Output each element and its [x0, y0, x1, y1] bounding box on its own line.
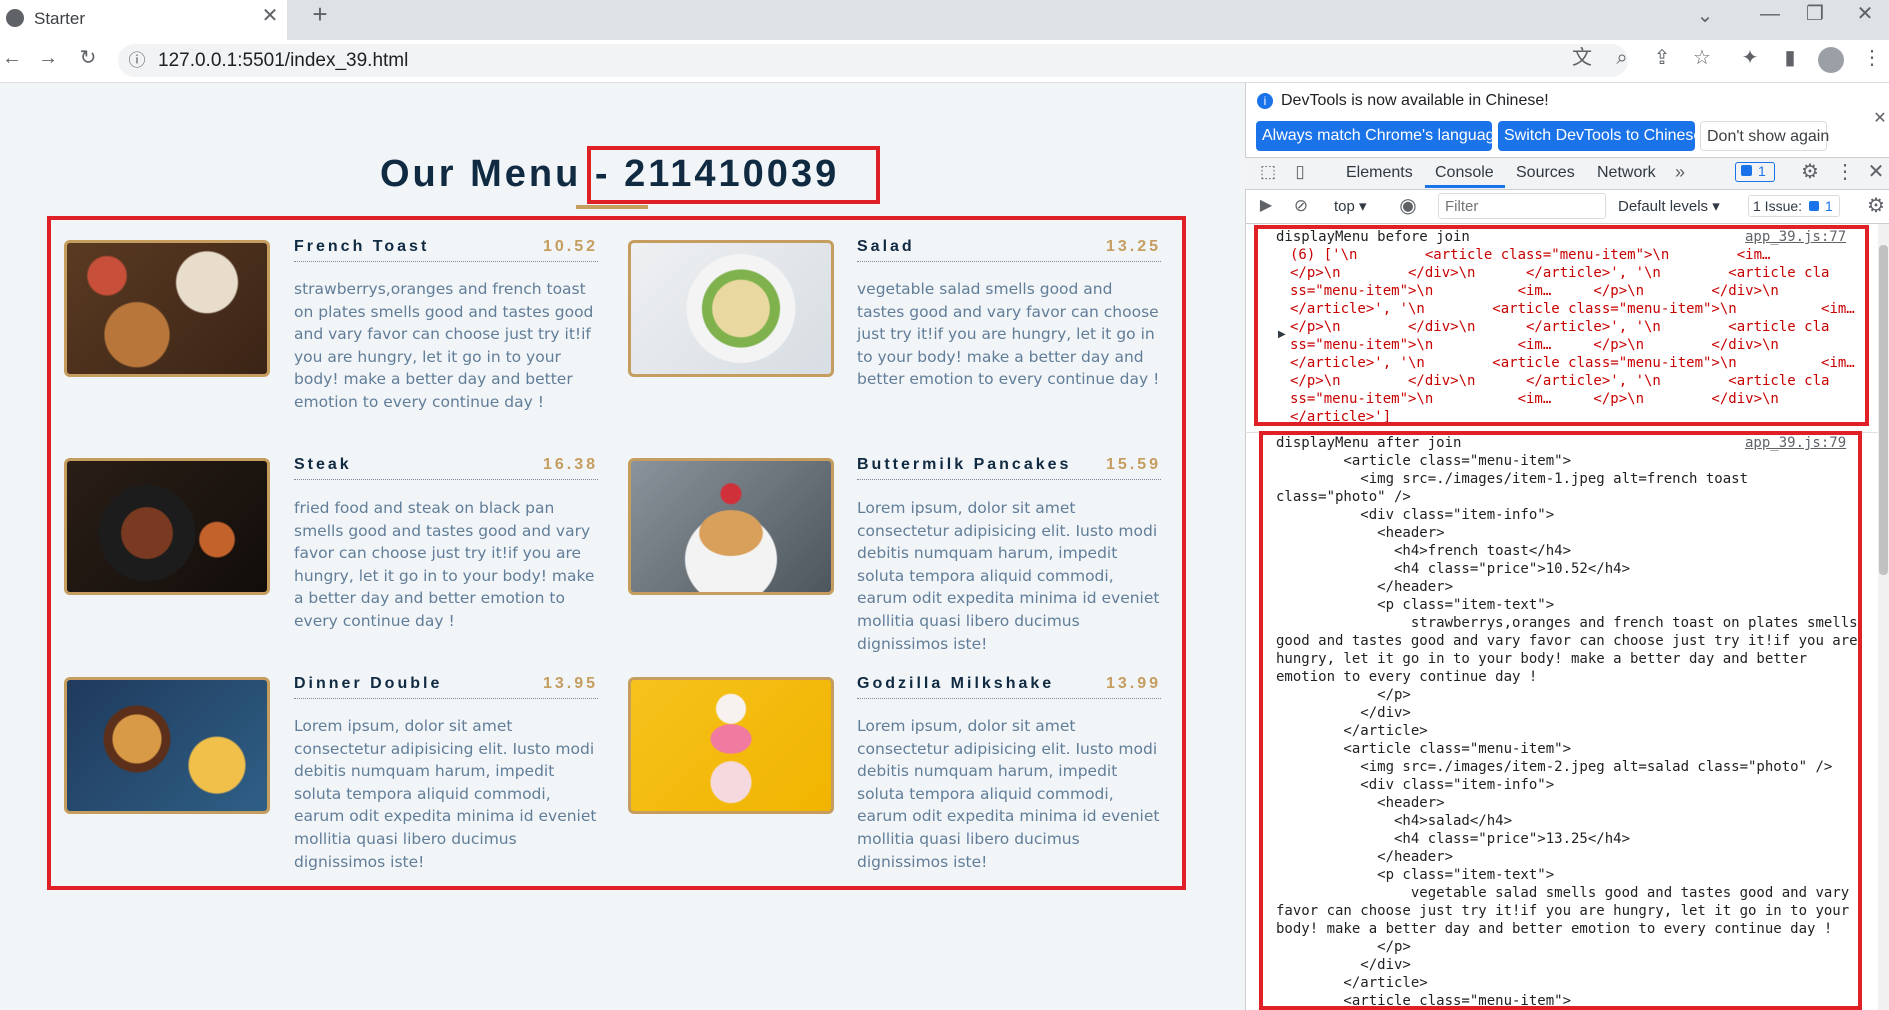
devtools-menu-icon[interactable]: ⋮ — [1835, 160, 1855, 184]
item-divider — [294, 698, 598, 699]
extensions-icon[interactable]: ✦ — [1738, 46, 1762, 70]
clear-console-icon[interactable]: ⊘ — [1290, 194, 1312, 218]
restore-icon[interactable]: ❐ — [1800, 2, 1830, 26]
dont-show-again-button[interactable]: Don't show again — [1700, 121, 1829, 151]
zoom-icon[interactable]: ⌕ — [1610, 46, 1634, 70]
browser-menu-icon[interactable]: ⋮ — [1862, 46, 1882, 70]
active-tab-indicator — [1425, 185, 1505, 188]
item-divider — [294, 479, 598, 480]
item-divider — [294, 261, 598, 262]
french-toast-photo — [64, 240, 270, 377]
item-description: Lorem ipsum, dolor sit amet consectetur … — [857, 717, 1160, 871]
item-name: Dinner Double — [294, 675, 443, 692]
issues-icon — [1809, 201, 1819, 211]
browser-tab[interactable]: Starter ✕ — [0, 0, 287, 40]
pancakes-photo — [628, 458, 834, 595]
match-language-button[interactable]: Always match Chrome's language — [1256, 121, 1503, 151]
close-notice-icon[interactable]: ✕ — [1872, 107, 1888, 131]
item-name: French Toast — [294, 238, 430, 255]
page-title-text: Our Menu — [380, 153, 582, 195]
item-name: Godzilla Milkshake — [857, 675, 1055, 692]
side-panel-icon[interactable]: ▮ — [1778, 46, 1802, 70]
forward-icon[interactable]: → — [36, 46, 60, 70]
tab-search-chevron-icon[interactable]: ⌄ — [1690, 4, 1720, 28]
new-tab-icon[interactable]: + — [305, 1, 335, 27]
item-price: 10.52 — [542, 238, 598, 255]
item-name: Steak — [294, 456, 352, 473]
tab-title: Starter — [34, 9, 86, 28]
tab-sources[interactable]: Sources — [1516, 164, 1575, 182]
highlight-box-log-after — [1259, 431, 1862, 1010]
item-price: 15.59 — [1105, 456, 1161, 473]
messages-count: 1 — [1758, 163, 1766, 179]
settings-gear-icon[interactable]: ⚙ — [1798, 160, 1822, 184]
close-window-icon[interactable]: ✕ — [1850, 2, 1880, 26]
info-icon: i — [1257, 93, 1273, 109]
console-filter-input[interactable] — [1438, 193, 1606, 219]
back-icon[interactable]: ← — [0, 46, 24, 70]
console-settings-icon[interactable]: ⚙ — [1864, 194, 1888, 218]
item-price: 16.38 — [542, 456, 598, 473]
item-description: Lorem ipsum, dolor sit amet consectetur … — [294, 717, 597, 871]
globe-icon — [6, 9, 24, 27]
switch-language-button[interactable]: Switch DevTools to Chinese — [1498, 121, 1702, 151]
issues-label: 1 Issue: — [1753, 198, 1803, 214]
tab-elements[interactable]: Elements — [1346, 164, 1413, 182]
message-icon — [1741, 165, 1752, 176]
site-info-icon[interactable]: ⓘ — [126, 49, 148, 73]
context-value: top — [1334, 198, 1355, 215]
highlight-box-log-before — [1254, 225, 1869, 426]
item-name: Buttermilk Pancakes — [857, 456, 1072, 473]
inspect-element-icon[interactable]: ⬚ — [1256, 160, 1280, 184]
issues-count: 1 — [1825, 198, 1833, 214]
more-tabs-icon[interactable]: » — [1670, 160, 1690, 184]
item-description: Lorem ipsum, dolor sit amet consectetur … — [857, 499, 1160, 653]
item-price: 13.95 — [542, 675, 598, 692]
share-icon[interactable]: ⇪ — [1650, 46, 1674, 70]
item-price: 13.99 — [1105, 675, 1161, 692]
highlight-box-title-id — [587, 146, 880, 204]
tab-console[interactable]: Console — [1435, 164, 1494, 182]
close-tab-icon[interactable]: ✕ — [258, 4, 282, 28]
device-toolbar-icon[interactable]: ▯ — [1288, 160, 1312, 184]
item-price: 13.25 — [1105, 238, 1161, 255]
bookmark-star-icon[interactable]: ☆ — [1690, 46, 1714, 70]
url-text[interactable]: 127.0.0.1:5501/index_39.html — [158, 50, 408, 72]
devtools-notice: DevTools is now available in Chinese! — [1281, 92, 1549, 109]
item-divider — [857, 261, 1161, 262]
context-select[interactable]: top ▾ — [1334, 197, 1367, 215]
profile-avatar-icon[interactable] — [1818, 47, 1844, 73]
item-divider — [857, 479, 1161, 480]
log-levels-value: Default levels — [1618, 198, 1709, 215]
reload-icon[interactable]: ↻ — [76, 46, 100, 70]
salad-photo — [628, 240, 834, 377]
messages-badge[interactable]: 1 — [1735, 162, 1775, 182]
close-devtools-icon[interactable]: ✕ — [1866, 160, 1886, 184]
title-underline — [576, 205, 648, 209]
item-name: Salad — [857, 238, 915, 255]
item-description: strawberrys,oranges and french toast on … — [294, 280, 594, 411]
steak-photo — [64, 458, 270, 595]
sidebar-toggle-icon[interactable]: ▶ — [1255, 194, 1277, 218]
tab-network[interactable]: Network — [1597, 164, 1656, 182]
translate-icon[interactable]: 文 — [1570, 46, 1594, 70]
live-expression-eye-icon[interactable]: ◉ — [1396, 194, 1420, 218]
item-divider — [857, 698, 1161, 699]
log-levels-select[interactable]: Default levels ▾ — [1618, 197, 1720, 215]
minimize-icon[interactable]: — — [1755, 2, 1785, 26]
burger-photo — [64, 677, 270, 814]
item-description: vegetable salad smells good and tastes g… — [857, 280, 1160, 389]
console-scrollbar-thumb[interactable] — [1879, 245, 1888, 575]
issues-button[interactable]: 1 Issue: 1 — [1748, 195, 1840, 217]
milkshake-photo — [628, 677, 834, 814]
item-description: fried food and steak on black pan smells… — [294, 499, 595, 630]
